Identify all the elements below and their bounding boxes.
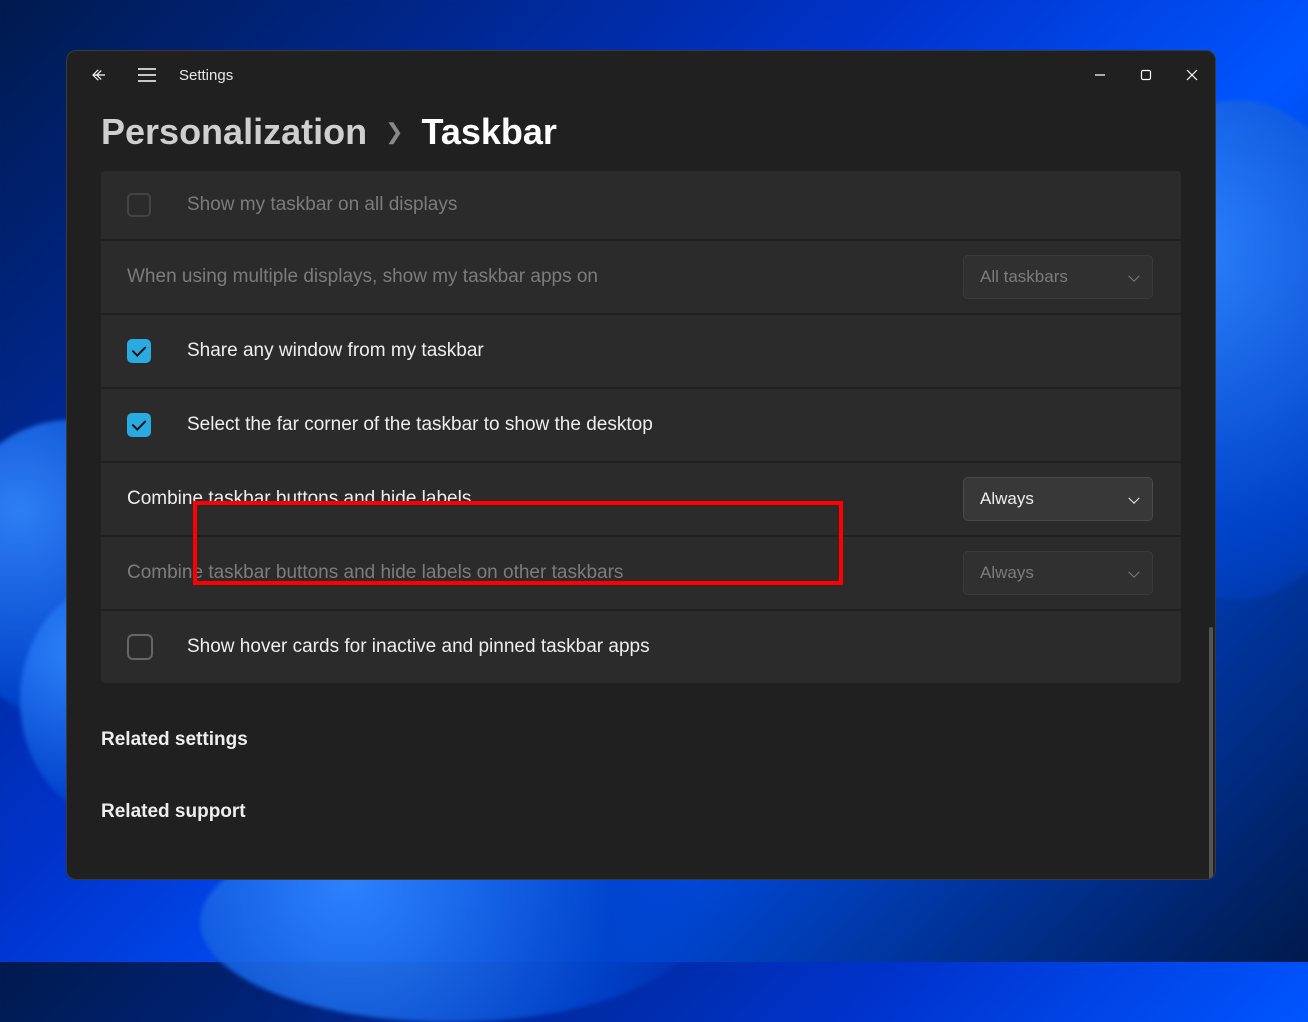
breadcrumb-current: Taskbar bbox=[422, 111, 557, 153]
chevron-down-icon bbox=[1128, 567, 1139, 578]
chevron-right-icon: ❯ bbox=[385, 119, 403, 145]
hamburger-button[interactable] bbox=[123, 51, 171, 99]
minimize-icon bbox=[1094, 69, 1106, 81]
close-icon bbox=[1186, 69, 1198, 81]
breadcrumb-parent[interactable]: Personalization bbox=[101, 111, 367, 153]
dropdown-value: All taskbars bbox=[980, 267, 1068, 287]
chevron-down-icon bbox=[1128, 271, 1139, 282]
label-combine-other: Combine taskbar buttons and hide labels … bbox=[127, 562, 623, 584]
maximize-button[interactable] bbox=[1123, 51, 1169, 99]
settings-panel: Show my taskbar on all displays When usi… bbox=[101, 171, 1181, 683]
dropdown-value: Always bbox=[980, 489, 1034, 509]
label-far-corner: Select the far corner of the taskbar to … bbox=[187, 414, 653, 436]
label-hover-cards: Show hover cards for inactive and pinned… bbox=[187, 636, 650, 658]
close-button[interactable] bbox=[1169, 51, 1215, 99]
titlebar: Settings bbox=[67, 51, 1215, 99]
dropdown-multi-display-apps[interactable]: All taskbars bbox=[963, 255, 1153, 299]
related-support-heading: Related support bbox=[101, 801, 1181, 823]
settings-window: Settings Personalization ❯ Taskbar Show … bbox=[66, 50, 1216, 880]
checkbox-show-all-displays[interactable] bbox=[127, 193, 151, 217]
hamburger-icon bbox=[138, 68, 156, 82]
dropdown-combine-main[interactable]: Always bbox=[963, 477, 1153, 521]
label-combine-main: Combine taskbar buttons and hide labels bbox=[127, 488, 471, 510]
scrollbar-thumb[interactable] bbox=[1209, 627, 1213, 880]
label-share-window: Share any window from my taskbar bbox=[187, 340, 484, 362]
content-area: Show my taskbar on all displays When usi… bbox=[67, 171, 1215, 823]
row-combine-main: Combine taskbar buttons and hide labels … bbox=[101, 461, 1181, 535]
checkbox-share-window[interactable] bbox=[127, 339, 151, 363]
back-button[interactable] bbox=[75, 51, 123, 99]
minimize-button[interactable] bbox=[1077, 51, 1123, 99]
row-show-all-displays[interactable]: Show my taskbar on all displays bbox=[101, 171, 1181, 239]
row-multi-display-apps: When using multiple displays, show my ta… bbox=[101, 239, 1181, 313]
row-hover-cards[interactable]: Show hover cards for inactive and pinned… bbox=[101, 609, 1181, 683]
app-title: Settings bbox=[179, 67, 233, 84]
maximize-icon bbox=[1140, 69, 1152, 81]
row-combine-other: Combine taskbar buttons and hide labels … bbox=[101, 535, 1181, 609]
breadcrumb: Personalization ❯ Taskbar bbox=[67, 99, 1215, 171]
label-multi-display-apps: When using multiple displays, show my ta… bbox=[127, 266, 598, 288]
chevron-down-icon bbox=[1128, 493, 1139, 504]
back-arrow-icon bbox=[90, 66, 108, 84]
checkbox-far-corner[interactable] bbox=[127, 413, 151, 437]
row-far-corner[interactable]: Select the far corner of the taskbar to … bbox=[101, 387, 1181, 461]
related-settings-heading: Related settings bbox=[101, 729, 1181, 751]
checkbox-hover-cards[interactable] bbox=[127, 634, 153, 660]
caption-buttons bbox=[1077, 51, 1215, 99]
dropdown-combine-other[interactable]: Always bbox=[963, 551, 1153, 595]
row-share-window[interactable]: Share any window from my taskbar bbox=[101, 313, 1181, 387]
dropdown-value: Always bbox=[980, 563, 1034, 583]
label-show-all-displays: Show my taskbar on all displays bbox=[187, 194, 457, 216]
